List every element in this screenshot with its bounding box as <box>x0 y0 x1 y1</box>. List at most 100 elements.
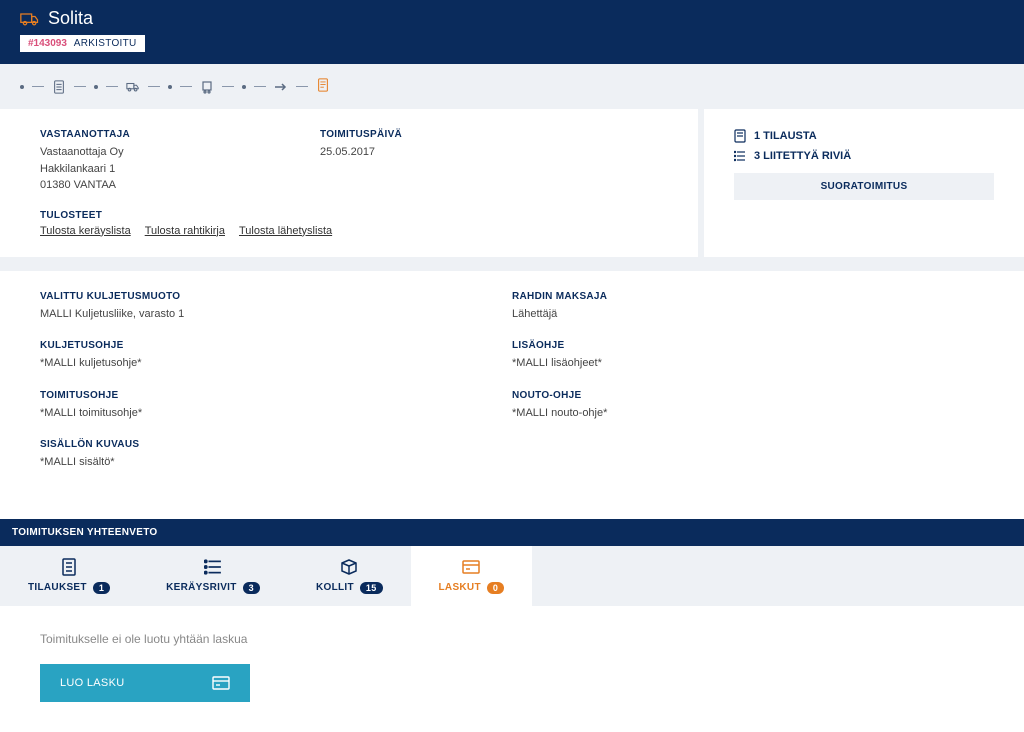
delivery-date-label: TOIMITUSPÄIVÄ <box>320 129 540 140</box>
truck-step-icon <box>126 80 140 94</box>
progress-dash <box>254 86 266 87</box>
progress-dash <box>74 86 86 87</box>
direct-delivery-badge: SUORATOIMITUS <box>734 173 994 200</box>
info-row: VASTAANOTTAJA Vastaanottaja Oy Hakkilank… <box>40 129 658 194</box>
empty-invoices-message: Toimitukselle ei ole luotu yhtään laskua <box>40 632 984 646</box>
progress-dot <box>20 85 24 89</box>
pickup-note-value: *MALLI nouto-ohje* <box>512 405 984 422</box>
progress-dash <box>148 86 160 87</box>
progress-dash <box>296 86 308 87</box>
orders-count: 1 TILAUSTA <box>734 129 994 143</box>
transport-note-value: *MALLI kuljetusohje* <box>40 355 512 372</box>
transport-note-label: KULJETUSOHJE <box>40 340 512 351</box>
freight-payer-label: RAHDIN MAKSAJA <box>512 291 984 302</box>
extra-note-block: LISÄOHJE *MALLI lisäohjeet* <box>512 340 984 372</box>
tab-label-row: TILAUKSET 1 <box>28 582 110 594</box>
rows-count: 3 LIITETTYÄ RIVIÄ <box>734 149 994 163</box>
progress-dot <box>168 85 172 89</box>
create-invoice-button[interactable]: LUO LASKU <box>40 664 250 702</box>
tab-orders-badge: 1 <box>93 582 110 594</box>
section-divider <box>0 257 1024 271</box>
page-title: Solita <box>48 8 93 29</box>
transport-note-block: KULJETUSOHJE *MALLI kuljetusohje* <box>40 340 512 372</box>
tab-pickrows-badge: 3 <box>243 582 260 594</box>
transport-mode-value: MALLI Kuljetusliike, varasto 1 <box>40 306 512 323</box>
status-badge: #143093 ARKISTOITU <box>20 35 145 52</box>
content-desc-value: *MALLI sisältö* <box>40 454 512 471</box>
progress-dash <box>106 86 118 87</box>
tab-packages[interactable]: KOLLIT 15 <box>288 546 411 606</box>
details-row: VALITTU KULJETUSMUOTO MALLI Kuljetusliik… <box>40 291 984 489</box>
progress-dash <box>180 86 192 87</box>
page-header: Solita #143093 ARKISTOITU <box>0 0 1024 64</box>
delivery-note-block: TOIMITUSOHJE *MALLI toimitusohje* <box>40 390 512 422</box>
document-icon <box>734 129 746 143</box>
progress-dot <box>242 85 246 89</box>
order-status: ARKISTOITU <box>74 38 137 49</box>
invoice-icon <box>316 78 330 92</box>
tab-packages-label: KOLLIT <box>316 582 354 593</box>
delivery-note-label: TOIMITUSOHJE <box>40 390 512 401</box>
progress-dot <box>94 85 98 89</box>
details-col-left: VALITTU KULJETUSMUOTO MALLI Kuljetusliik… <box>40 291 512 489</box>
main-left: VASTAANOTTAJA Vastaanottaja Oy Hakkilank… <box>0 109 704 257</box>
tab-invoices-label: LASKUT <box>439 582 481 593</box>
tab-invoices-badge: 0 <box>487 582 504 594</box>
delivery-note-value: *MALLI toimitusohje* <box>40 405 512 422</box>
tab-invoices[interactable]: LASKUT 0 <box>411 546 533 606</box>
progress-dash <box>32 86 44 87</box>
freight-payer-value: Lähettäjä <box>512 306 984 323</box>
tab-orders[interactable]: TILAUKSET 1 <box>0 546 138 606</box>
transport-mode-block: VALITTU KULJETUSMUOTO MALLI Kuljetusliik… <box>40 291 512 323</box>
content-desc-label: SISÄLLÖN KUVAUS <box>40 439 512 450</box>
rows-count-text: 3 LIITETTYÄ RIVIÄ <box>754 150 851 162</box>
tab-pickrows[interactable]: KERÄYSRIVIT 3 <box>138 546 288 606</box>
pickrows-tab-icon <box>204 558 222 576</box>
freight-payer-block: RAHDIN MAKSAJA Lähettäjä <box>512 291 984 323</box>
pickup-note-label: NOUTO-OHJE <box>512 390 984 401</box>
tab-orders-label: TILAUKSET <box>28 582 87 593</box>
pickup-note-block: NOUTO-OHJE *MALLI nouto-ohje* <box>512 390 984 422</box>
list-icon <box>734 149 746 163</box>
print-links: Tulosta keräyslista Tulosta rahtikirja T… <box>40 225 658 237</box>
orders-count-text: 1 TILAUSTA <box>754 130 817 142</box>
tab-label-row: LASKUT 0 <box>439 582 505 594</box>
recipient-block: VASTAANOTTAJA Vastaanottaja Oy Hakkilank… <box>40 129 260 194</box>
delivery-date-block: TOIMITUSPÄIVÄ 25.05.2017 <box>320 129 540 194</box>
clipboard-icon <box>52 80 66 94</box>
main-row: VASTAANOTTAJA Vastaanottaja Oy Hakkilank… <box>0 109 1024 257</box>
arrow-right-icon <box>274 80 288 94</box>
invoice-button-icon <box>212 676 230 690</box>
details-col-right: RAHDIN MAKSAJA Lähettäjä LISÄOHJE *MALLI… <box>512 291 984 489</box>
extra-note-value: *MALLI lisäohjeet* <box>512 355 984 372</box>
print-pick-list-link[interactable]: Tulosta keräyslista <box>40 225 131 237</box>
create-invoice-label: LUO LASKU <box>60 677 124 689</box>
progress-dash <box>222 86 234 87</box>
print-waybill-link[interactable]: Tulosta rahtikirja <box>145 225 225 237</box>
cart-icon <box>200 80 214 94</box>
print-shipping-list-link[interactable]: Tulosta lähetyslista <box>239 225 332 237</box>
invoices-tab-icon <box>462 558 480 576</box>
recipient-label: VASTAANOTTAJA <box>40 129 260 140</box>
details-section: VALITTU KULJETUSMUOTO MALLI Kuljetusliik… <box>0 271 1024 519</box>
tab-content: Toimitukselle ei ole luotu yhtään laskua… <box>0 606 1024 732</box>
progress-bar <box>0 64 1024 109</box>
tab-label-row: KOLLIT 15 <box>316 582 383 594</box>
orders-tab-icon <box>60 558 78 576</box>
main-right: 1 TILAUSTA 3 LIITETTYÄ RIVIÄ SUORATOIMIT… <box>704 109 1024 257</box>
tab-label-row: KERÄYSRIVIT 3 <box>166 582 260 594</box>
header-badge-row: #143093 ARKISTOITU <box>20 35 1004 52</box>
prints-label: TULOSTEET <box>40 210 658 221</box>
summary-tabs: TILAUKSET 1 KERÄYSRIVIT 3 KOLLIT 15 LASK… <box>0 546 1024 606</box>
header-title-row: Solita <box>20 8 1004 29</box>
tab-packages-badge: 15 <box>360 582 383 594</box>
delivery-date-value: 25.05.2017 <box>320 144 540 161</box>
truck-icon <box>20 11 40 27</box>
summary-header: TOIMITUKSEN YHTEENVETO <box>0 519 1024 546</box>
packages-tab-icon <box>340 558 358 576</box>
progress-step-active <box>316 78 330 95</box>
content-desc-block: SISÄLLÖN KUVAUS *MALLI sisältö* <box>40 439 512 471</box>
recipient-name: Vastaanottaja Oy <box>40 144 260 161</box>
recipient-address1: Hakkilankaari 1 <box>40 161 260 178</box>
extra-note-label: LISÄOHJE <box>512 340 984 351</box>
